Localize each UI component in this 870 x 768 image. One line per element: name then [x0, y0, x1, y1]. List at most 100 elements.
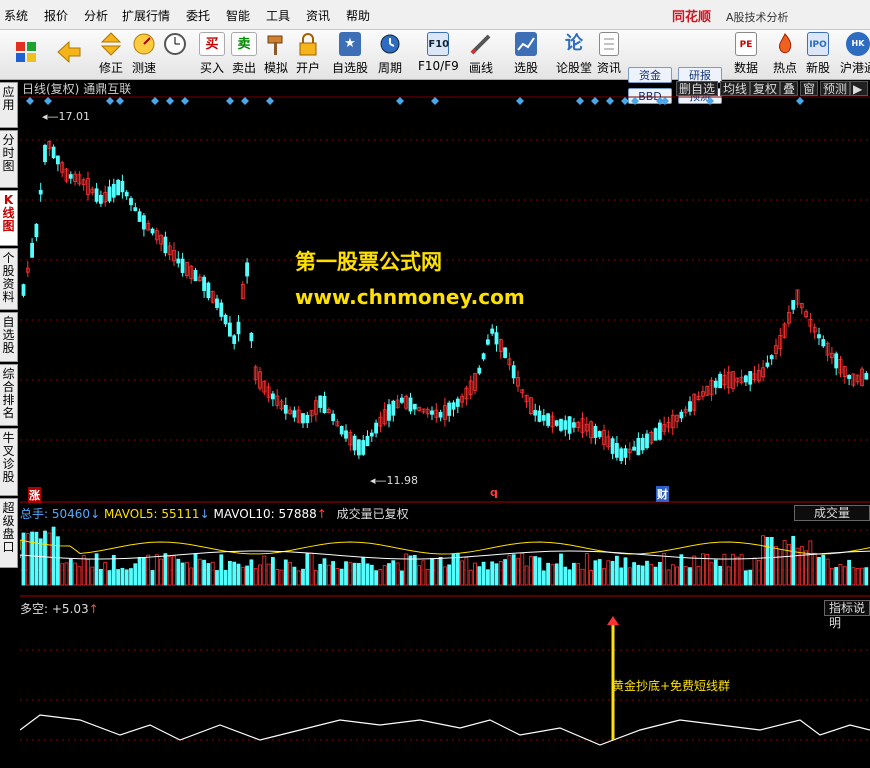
volume-bar-94 [425, 568, 430, 586]
simulate-button[interactable]: 模拟 [263, 32, 289, 76]
watchlist-button[interactable]: ★ 自选股 [332, 32, 368, 76]
forum-button[interactable]: 论 论股堂 [556, 32, 592, 76]
menu-quotes[interactable]: 报价 [44, 7, 68, 24]
volume-bar-104 [468, 569, 473, 586]
candle-body-121 [541, 415, 546, 421]
candle-body-137 [610, 438, 615, 454]
restore-rights-button[interactable]: 复权 [750, 81, 781, 96]
candle-body-174 [769, 355, 774, 360]
remove-watchlist-button[interactable]: 删自选 [676, 81, 719, 96]
clock-label: ​ [162, 59, 188, 73]
volume-bar-12 [73, 562, 77, 586]
menu-system[interactable]: 系统 [4, 7, 28, 24]
candle-body-179 [791, 300, 796, 310]
volume-bar-150 [666, 569, 671, 586]
candle-body-107 [481, 353, 486, 360]
forum-icon: 论 [565, 33, 583, 54]
hk-connect-button[interactable]: HK 沪港通 [840, 32, 870, 76]
open-account-button[interactable]: 开户 [295, 32, 321, 76]
ma-button[interactable]: 均线 [720, 81, 751, 96]
mavol5-label: MAVOL5: [103, 507, 158, 521]
predict-button[interactable]: 预测 [820, 81, 851, 96]
volume-bar-108 [485, 569, 490, 586]
event-diamond-7 [226, 97, 234, 105]
volume-bar-151 [670, 564, 675, 586]
indicator-help-button[interactable]: 指标说明 [824, 600, 870, 630]
ipo-button[interactable]: IPO 新股 [806, 32, 830, 76]
volume-bar-173 [765, 537, 770, 586]
volume-bar-139 [619, 567, 624, 586]
tab-apps[interactable]: 应用 [0, 82, 18, 128]
volume-bar-170 [752, 557, 757, 586]
hotspot-button[interactable]: 热点 [772, 32, 798, 76]
clock-button[interactable]: ​ [162, 32, 188, 73]
kline-chart[interactable] [20, 80, 870, 768]
hotspot-label: 热点 [772, 61, 797, 75]
volume-bar-14 [81, 555, 86, 586]
menu-news[interactable]: 资讯 [306, 7, 330, 24]
correct-button[interactable]: 修正 [98, 32, 124, 76]
volume-bar-42 [202, 559, 207, 586]
f10-icon: F10 [427, 32, 450, 56]
volume-bar-98 [442, 566, 447, 586]
period-button[interactable]: 周期 [377, 32, 403, 76]
volume-bar-6 [47, 532, 52, 586]
volume-bar-140 [623, 557, 628, 586]
menu-tools[interactable]: 工具 [266, 7, 290, 24]
star-icon: ★ [339, 32, 361, 56]
finance-marker[interactable]: 财 [656, 486, 669, 502]
stock-select-button[interactable]: 选股 [514, 32, 538, 76]
volume-bar-58 [270, 557, 275, 586]
tab-stock-info[interactable]: 个股资料 [0, 248, 18, 310]
candle-body-143 [636, 437, 641, 456]
sell-button[interactable]: 卖 卖出 [231, 32, 257, 76]
overlay-button[interactable]: 叠 [780, 81, 799, 96]
tab-diagnosis[interactable]: 牛叉诊股 [0, 428, 18, 496]
back-button[interactable] [56, 32, 82, 64]
menu-help[interactable]: 帮助 [346, 7, 370, 24]
q-marker[interactable]: q [490, 486, 498, 499]
limit-up-marker[interactable]: 涨 [28, 487, 41, 503]
f10-button[interactable]: F10 F10/F9 [418, 32, 459, 73]
volume-bar-74 [339, 568, 344, 586]
play-button[interactable]: ▶ [850, 81, 868, 96]
menu-extended[interactable]: 扩展行情 [122, 7, 170, 24]
menu-analysis[interactable]: 分析 [84, 7, 108, 24]
volume-bar-50 [236, 563, 241, 586]
data-button[interactable]: PE 数据 [734, 32, 758, 76]
news-button[interactable]: 资讯 [597, 32, 621, 76]
windows-button[interactable] [14, 32, 38, 64]
tab-intraday[interactable]: 分时图 [0, 130, 18, 188]
volume-bar-20 [107, 570, 112, 586]
hk-connect-label: 沪港通 [840, 61, 870, 75]
forum-label: 论股堂 [556, 61, 593, 75]
mavol10-label: MAVOL10: [213, 507, 275, 521]
window-button[interactable]: 窗 [800, 81, 819, 96]
candle-body-125 [559, 418, 563, 431]
menu-smart[interactable]: 智能 [226, 7, 250, 24]
volume-box[interactable]: 成交量 [794, 505, 870, 521]
volume-bar-82 [374, 570, 379, 586]
menu-trade[interactable]: 委托 [186, 7, 210, 24]
buy-button[interactable]: 买 买入 [199, 32, 225, 76]
volume-bar-57 [266, 563, 271, 586]
candle-body-22 [116, 179, 120, 196]
draw-button[interactable]: 画线 [468, 32, 494, 76]
speedtest-button[interactable]: 测速 [131, 32, 157, 76]
volume-bar-9 [60, 563, 65, 586]
tab-super-panel[interactable]: 超级盘口 [0, 498, 18, 568]
tab-watchlist[interactable]: 自选股 [0, 312, 18, 362]
sell-icon: 卖 [231, 32, 257, 56]
tab-kline[interactable]: K线图 [0, 190, 18, 246]
tab-ranking[interactable]: 综合排名 [0, 364, 18, 426]
event-diamond-8 [241, 97, 249, 105]
candle-body-81 [369, 432, 374, 437]
watchlist-label: 自选股 [332, 61, 369, 75]
volume-bar-79 [361, 557, 366, 586]
volume-bar-47 [223, 570, 228, 586]
candle-body-47 [223, 314, 228, 325]
volume-bar-188 [830, 568, 834, 586]
candle-body-126 [563, 420, 568, 430]
volume-bar-92 [417, 565, 422, 586]
event-diamond-5 [166, 97, 174, 105]
